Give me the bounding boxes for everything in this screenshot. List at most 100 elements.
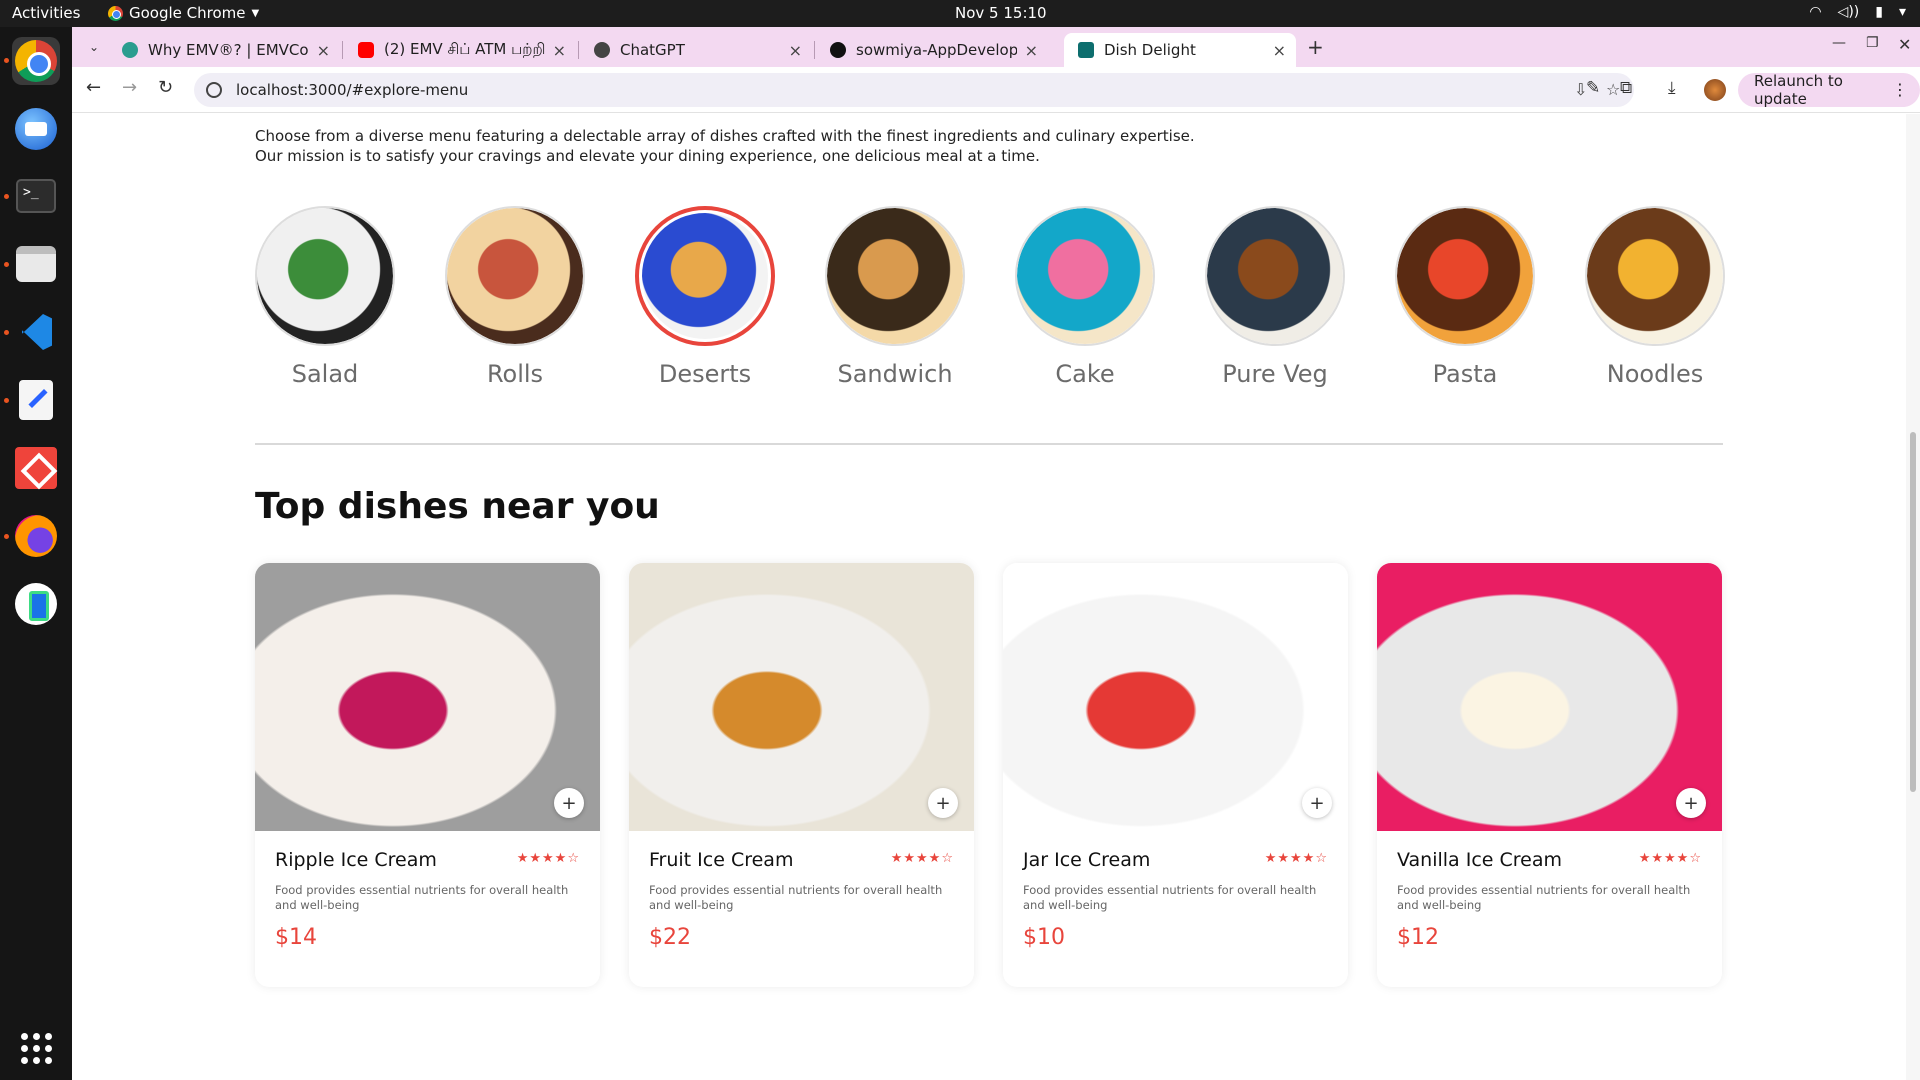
menu-category-pasta[interactable]: Pasta: [1395, 206, 1535, 388]
food-image: [1207, 208, 1343, 344]
tab-emvco[interactable]: Why EMV®? | EMVCo ×: [108, 33, 340, 67]
dock-firefox[interactable]: [12, 512, 60, 560]
dock-text-editor[interactable]: [12, 376, 60, 424]
eyedropper-extension-icon[interactable]: ✎: [1586, 78, 1600, 98]
menu-category-label: Rolls: [486, 360, 544, 388]
tab-favicon: [594, 42, 610, 58]
food-image: [1587, 208, 1723, 344]
rating-stars-icon: ★★★★☆: [516, 851, 580, 866]
menu-category-rolls[interactable]: Rolls: [445, 206, 585, 388]
menu-category-image[interactable]: [445, 206, 585, 346]
add-to-cart-button[interactable]: +: [1676, 788, 1706, 818]
menu-category-cake[interactable]: Cake: [1015, 206, 1155, 388]
menu-category-noodles[interactable]: Noodles: [1585, 206, 1725, 388]
dock-files[interactable]: [12, 240, 60, 288]
activities-button[interactable]: Activities: [12, 4, 80, 22]
site-info-icon[interactable]: [206, 82, 222, 98]
add-to-cart-button[interactable]: +: [554, 788, 584, 818]
address-bar[interactable]: localhost:3000/#explore-menu ⇩ ☆: [194, 73, 1634, 107]
reload-button[interactable]: ↻: [158, 77, 173, 98]
tab-github[interactable]: sowmiya-AppDeveloper/ ×: [816, 33, 1048, 67]
extensions-icon[interactable]: ⧉: [1620, 78, 1632, 98]
url-text[interactable]: localhost:3000/#explore-menu: [236, 81, 468, 99]
back-button[interactable]: ←: [86, 77, 101, 98]
more-menu-icon: ⋮: [1892, 80, 1908, 99]
menu-category-image[interactable]: [825, 206, 965, 346]
close-icon[interactable]: ×: [553, 41, 566, 60]
menu-category-image[interactable]: [1585, 206, 1725, 346]
dish-price: $12: [1397, 925, 1439, 950]
rating-stars-icon: ★★★★☆: [890, 851, 954, 866]
tab-favicon: [358, 42, 374, 58]
dish-info: Jar Ice Cream ★★★★☆ Food provides essentia…: [1003, 831, 1348, 950]
tab-favicon: [1078, 42, 1094, 58]
running-indicator: [4, 398, 9, 403]
dish-card: + Jar Ice Cream ★★★★☆ Food provides essenti…: [1003, 563, 1348, 987]
profile-avatar[interactable]: [1704, 79, 1726, 101]
close-icon[interactable]: ×: [1273, 41, 1286, 60]
battery-icon: ▮: [1875, 4, 1883, 20]
menu-category-salad[interactable]: Salad: [255, 206, 395, 388]
menu-category-image[interactable]: [255, 206, 395, 346]
dish-description: Food provides essential nutrients for ov…: [275, 883, 569, 912]
dish-card: + Fruit Ice Cream ★★★★☆ Food provides essen…: [629, 563, 974, 987]
tab-title: sowmiya-AppDeveloper/: [856, 41, 1017, 59]
anydesk-icon: [15, 447, 57, 489]
page-scrollbar[interactable]: [1906, 114, 1920, 1080]
top-dishes-title: Top dishes near you: [255, 486, 660, 527]
clock[interactable]: Nov 5 15:10: [955, 4, 1047, 22]
dock-android-studio[interactable]: [12, 580, 60, 628]
menu-category-image[interactable]: [635, 206, 775, 346]
relaunch-label: Relaunch to update: [1754, 72, 1843, 108]
menu-category-image[interactable]: [1395, 206, 1535, 346]
app-grid-icon: [20, 1032, 52, 1064]
dish-image: +: [1003, 563, 1348, 831]
tab-title: ChatGPT: [620, 41, 685, 59]
close-icon[interactable]: ×: [1025, 41, 1038, 60]
tab-youtube[interactable]: (2) EMV சிப் ATM பற்றிய ×: [344, 33, 576, 67]
menu-category-deserts[interactable]: Deserts: [635, 206, 775, 388]
menu-category-label: Noodles: [1606, 360, 1704, 388]
section-divider: [255, 443, 1723, 445]
app-menu[interactable]: Google Chrome ▼: [108, 4, 259, 22]
dock-anydesk[interactable]: [12, 444, 60, 492]
dish-description: Food provides essential nutrients for ov…: [1023, 883, 1317, 912]
menu-category-sandwich[interactable]: Sandwich: [825, 206, 965, 388]
forward-button[interactable]: →: [122, 77, 137, 98]
power-menu-icon: ▾: [1898, 4, 1906, 20]
menu-category-pure-veg[interactable]: Pure Veg: [1205, 206, 1345, 388]
tab-dish-delight[interactable]: Dish Delight ×: [1064, 33, 1296, 67]
relaunch-button[interactable]: Relaunch to update ⋮: [1738, 72, 1920, 108]
terminal-icon: >_: [16, 179, 56, 213]
tab-title: Why EMV®? | EMVCo: [148, 41, 309, 59]
rating-stars-icon: ★★★★☆: [1638, 851, 1702, 866]
downloads-icon[interactable]: ⤓: [1668, 78, 1676, 98]
add-to-cart-button[interactable]: +: [1302, 788, 1332, 818]
menu-category-image[interactable]: [1015, 206, 1155, 346]
menu-category-image[interactable]: [1205, 206, 1345, 346]
dock-thunderbird[interactable]: [12, 105, 60, 153]
dish-description: Food provides essential nutrients for ov…: [1397, 883, 1691, 912]
add-to-cart-button[interactable]: +: [928, 788, 958, 818]
scrollbar-thumb[interactable]: [1910, 432, 1916, 792]
bookmark-star-icon[interactable]: ☆: [1606, 80, 1620, 99]
dock-terminal[interactable]: >_: [12, 172, 60, 220]
show-apps-button[interactable]: [12, 1024, 60, 1072]
tab-chatgpt[interactable]: ChatGPT ×: [580, 33, 812, 67]
tab-search-button[interactable]: ⌄: [80, 33, 108, 61]
thunderbird-icon: [15, 108, 57, 150]
maximize-button[interactable]: ❐: [1866, 35, 1879, 51]
dish-image: +: [1377, 563, 1722, 831]
tab-separator: [342, 41, 343, 59]
minimize-button[interactable]: —: [1832, 35, 1846, 51]
close-icon[interactable]: ×: [317, 41, 330, 60]
close-window-button[interactable]: ✕: [1898, 35, 1911, 54]
tab-strip: ⌄ Why EMV®? | EMVCo × (2) EMV சிப் ATM ப…: [72, 27, 1920, 67]
new-tab-button[interactable]: +: [1307, 35, 1324, 59]
dock-vscode[interactable]: [12, 308, 60, 356]
intro-line-1: Choose from a diverse menu featuring a d…: [255, 127, 1195, 145]
caret-down-icon: ▼: [251, 7, 260, 19]
system-tray[interactable]: ◠ ◁)) ▮ ▾: [1809, 4, 1906, 20]
dock-chrome[interactable]: [12, 37, 60, 85]
close-icon[interactable]: ×: [789, 41, 802, 60]
